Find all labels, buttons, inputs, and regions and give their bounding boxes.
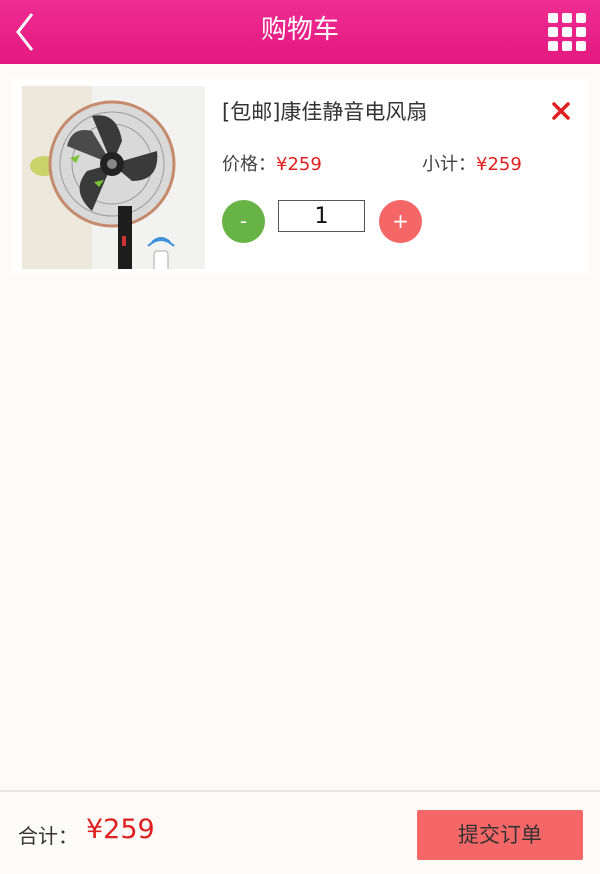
submit-order-button[interactable]: 提交订单: [417, 810, 583, 860]
total-label: 合计：: [18, 824, 78, 848]
checkout-bar: 合计： ¥259 提交订单: [0, 790, 600, 874]
subtotal-value: ¥259: [476, 154, 522, 175]
price-label: 价格：: [222, 154, 276, 175]
grid-menu-icon[interactable]: [548, 13, 586, 51]
product-name[interactable]: [包邮]康佳静音电风扇: [222, 96, 427, 126]
decrease-quantity-button[interactable]: -: [222, 200, 265, 243]
subtotal-label: 小计：: [422, 154, 476, 175]
page-title: 购物车: [260, 15, 339, 45]
increase-quantity-button[interactable]: +: [379, 200, 422, 243]
price-info: 价格：¥259: [222, 150, 322, 176]
price-value: ¥259: [276, 154, 322, 175]
product-image[interactable]: [22, 86, 205, 269]
subtotal-info: 小计：¥259: [422, 150, 522, 176]
cart-item: [包邮]康佳静音电风扇 价格：¥259 小计：¥259 - +: [12, 78, 588, 274]
top-bar: 购物车: [0, 0, 600, 64]
total-value: ¥259: [86, 814, 155, 845]
remove-icon[interactable]: [550, 100, 572, 122]
quantity-input[interactable]: [278, 200, 365, 232]
